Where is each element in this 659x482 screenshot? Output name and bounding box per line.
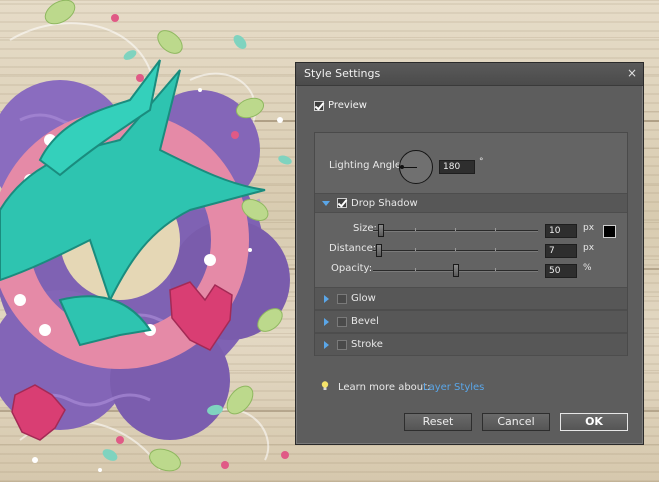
lighting-angle-label: Lighting Angle: <box>329 160 405 171</box>
size-unit: px <box>583 223 595 233</box>
distance-slider-thumb[interactable] <box>376 244 383 257</box>
slider-tick <box>495 268 496 271</box>
slider-tick <box>415 248 416 251</box>
style-settings-dialog: Style Settings × Preview Lighting Angle:… <box>295 62 644 445</box>
glow-checkbox[interactable] <box>337 294 347 304</box>
opacity-slider-thumb[interactable] <box>452 264 459 277</box>
preview-checkbox[interactable] <box>314 101 324 111</box>
style-panel: Lighting Angle: 180 ° Drop Shadow Size: … <box>314 132 628 356</box>
opacity-unit: % <box>583 263 592 273</box>
dialog-title: Style Settings <box>304 67 381 80</box>
shadow-color-swatch[interactable] <box>603 225 616 238</box>
preview-label: Preview <box>328 100 367 111</box>
glow-label: Glow <box>351 293 376 304</box>
bevel-label: Bevel <box>351 316 379 327</box>
layer-styles-link[interactable]: Layer Styles <box>423 382 484 393</box>
size-label: Size: <box>353 223 377 234</box>
drop-shadow-label: Drop Shadow <box>351 198 418 209</box>
dialog-titlebar[interactable]: Style Settings × <box>296 63 643 86</box>
distance-input[interactable]: 7 <box>545 244 577 258</box>
section-bevel[interactable]: Bevel <box>315 310 627 333</box>
slider-tick <box>415 268 416 271</box>
slider-tick <box>455 228 456 231</box>
dial-handle[interactable] <box>400 165 404 169</box>
bevel-checkbox[interactable] <box>337 317 347 327</box>
expand-triangle-icon[interactable] <box>324 341 329 349</box>
lighting-angle-row: Lighting Angle: 180 ° <box>315 133 627 194</box>
slider-tick <box>455 248 456 251</box>
size-slider-thumb[interactable] <box>377 224 384 237</box>
slider-tick <box>415 228 416 231</box>
lighting-angle-input[interactable]: 180 <box>439 160 475 174</box>
expand-triangle-icon[interactable] <box>324 318 329 326</box>
degree-unit: ° <box>479 157 484 167</box>
size-input[interactable]: 10 <box>545 224 577 238</box>
close-icon[interactable]: × <box>627 66 637 80</box>
stroke-checkbox[interactable] <box>337 340 347 350</box>
learn-more-label: Learn more about: <box>338 382 431 393</box>
lightbulb-icon <box>321 381 329 390</box>
slider-tick <box>495 248 496 251</box>
reset-button[interactable]: Reset <box>404 413 472 431</box>
lighting-angle-dial[interactable] <box>399 150 433 184</box>
stroke-label: Stroke <box>351 339 383 350</box>
section-glow[interactable]: Glow <box>315 287 627 310</box>
distance-unit: px <box>583 243 595 253</box>
section-stroke[interactable]: Stroke <box>315 333 627 356</box>
expand-triangle-icon[interactable] <box>324 295 329 303</box>
drop-shadow-header[interactable]: Drop Shadow <box>315 193 627 213</box>
ok-button[interactable]: OK <box>560 413 628 431</box>
opacity-input[interactable]: 50 <box>545 264 577 278</box>
cancel-button[interactable]: Cancel <box>482 413 550 431</box>
slider-tick <box>495 228 496 231</box>
opacity-label: Opacity: <box>331 263 373 274</box>
distance-label: Distance: <box>329 243 377 254</box>
drop-shadow-checkbox[interactable] <box>337 198 347 208</box>
expand-triangle-icon[interactable] <box>322 201 330 206</box>
